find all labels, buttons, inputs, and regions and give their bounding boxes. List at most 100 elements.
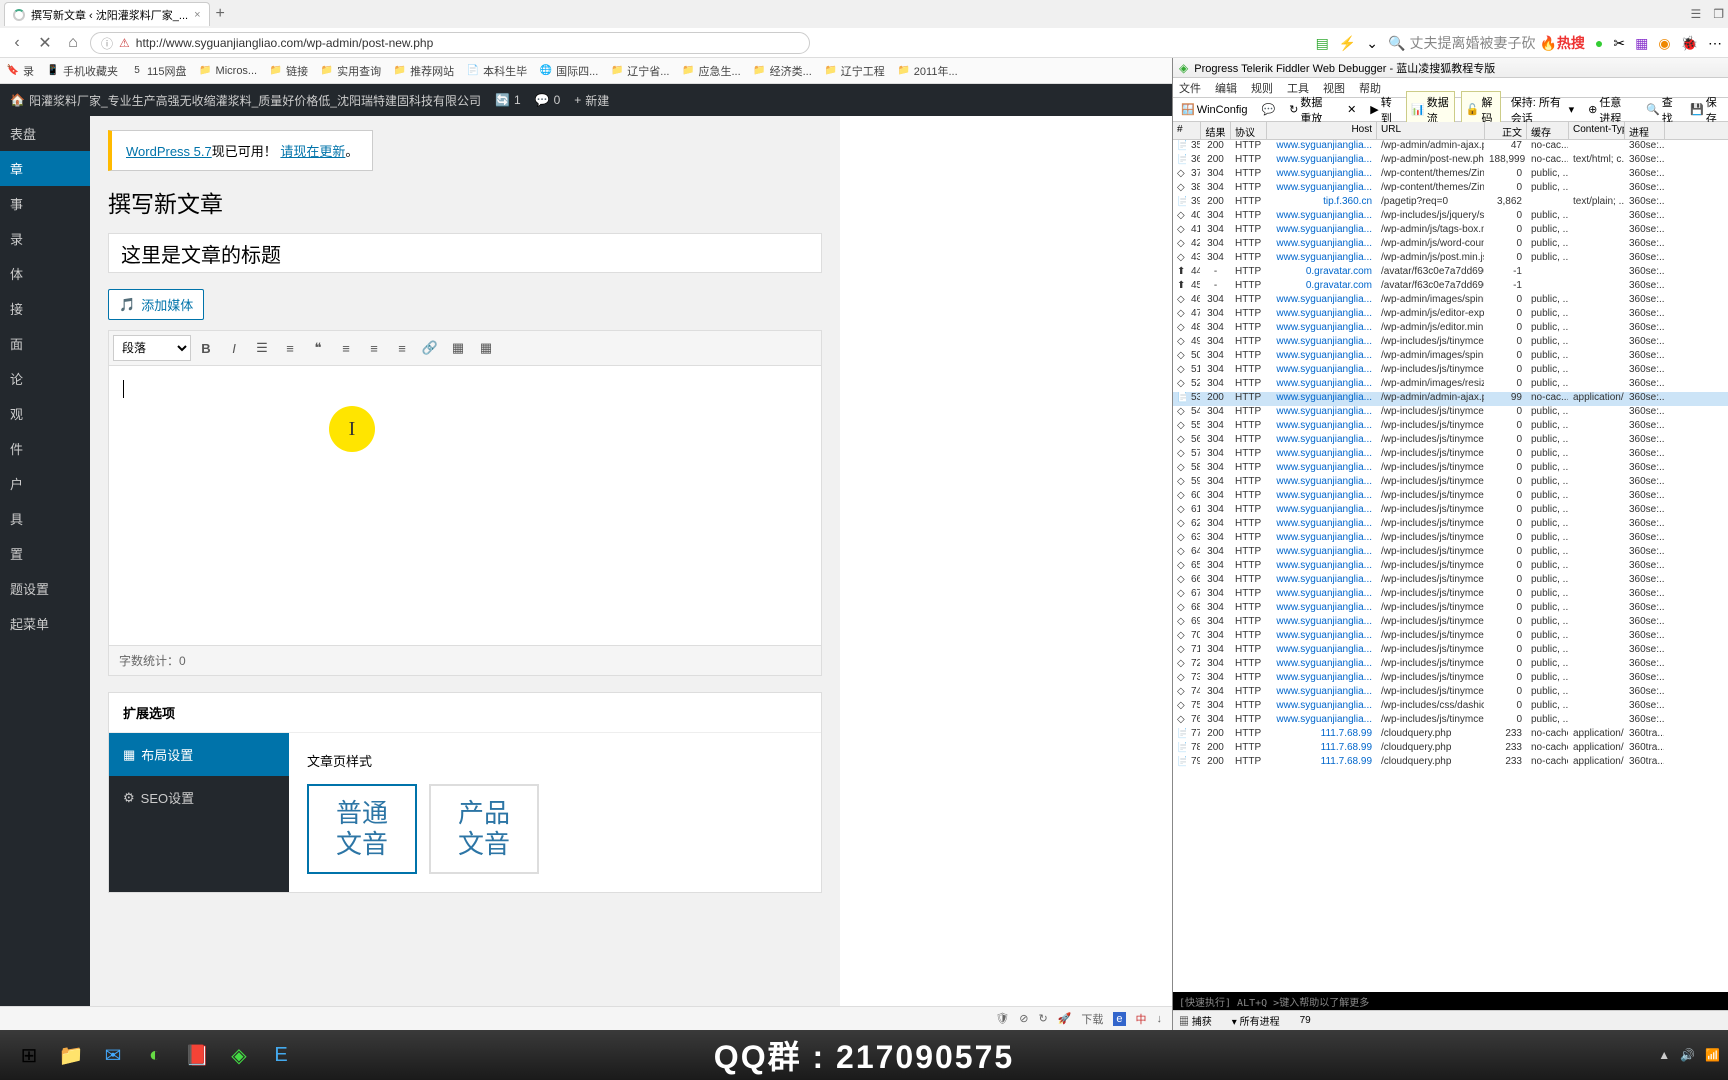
bookmark-item[interactable]: 📁辽宁省...	[610, 63, 669, 79]
fiddler-session-row[interactable]: 📄78200HTTP111.7.68.99/cloudquery.php233n…	[1173, 742, 1728, 756]
quote-button[interactable]: ❝	[305, 335, 331, 361]
ext-icon-5[interactable]: 🐞	[1681, 35, 1698, 52]
fiddler-session-row[interactable]: ◇41304HTTPwww.syguanjianglia.../wp-admin…	[1173, 224, 1728, 238]
ext-icon-2[interactable]: ✂	[1613, 35, 1625, 52]
wp-menu-item[interactable]: 论	[0, 361, 90, 396]
fiddler-session-row[interactable]: ◇49304HTTPwww.syguanjianglia.../wp-inclu…	[1173, 336, 1728, 350]
home-button[interactable]: ⌂	[62, 32, 84, 54]
editor-content[interactable]: I	[108, 366, 822, 646]
task-editor[interactable]: E	[260, 1036, 302, 1074]
fiddler-session-row[interactable]: 📄79200HTTP111.7.68.99/cloudquery.php233n…	[1173, 756, 1728, 770]
toolbar-toggle-button[interactable]: ▦	[473, 335, 499, 361]
fiddler-session-row[interactable]: 📄36200HTTPwww.syguanjianglia.../wp-admin…	[1173, 154, 1728, 168]
fiddler-session-row[interactable]: 📄53200HTTPwww.syguanjianglia.../wp-admin…	[1173, 392, 1728, 406]
wp-version-link[interactable]: WordPress 5.7	[126, 144, 212, 159]
fiddler-session-row[interactable]: ◇73304HTTPwww.syguanjianglia.../wp-inclu…	[1173, 672, 1728, 686]
style-card-product[interactable]: 产品文音	[429, 784, 539, 874]
winconfig-button[interactable]: 🪟 WinConfig	[1177, 101, 1251, 118]
fiddler-session-row[interactable]: ◇46304HTTPwww.syguanjianglia.../wp-admin…	[1173, 294, 1728, 308]
bookmark-item[interactable]: 📁辽宁工程	[824, 63, 885, 79]
bookmark-item[interactable]: 5115网盘	[130, 63, 187, 79]
fiddler-session-row[interactable]: ◇66304HTTPwww.syguanjianglia.../wp-inclu…	[1173, 574, 1728, 588]
bookmark-item[interactable]: 📄本科生毕	[466, 63, 527, 79]
start-button[interactable]: ⊞	[8, 1036, 50, 1074]
fiddler-menu-item[interactable]: 编辑	[1215, 80, 1237, 96]
col-process[interactable]: 进程	[1625, 122, 1665, 139]
fiddler-session-row[interactable]: ◇75304HTTPwww.syguanjianglia.../wp-inclu…	[1173, 700, 1728, 714]
fiddler-menu-item[interactable]: 文件	[1179, 80, 1201, 96]
fiddler-session-row[interactable]: ◇67304HTTPwww.syguanjianglia.../wp-inclu…	[1173, 588, 1728, 602]
ext-icon-6[interactable]: ⋯	[1708, 35, 1722, 52]
wp-menu-item[interactable]: 接	[0, 291, 90, 326]
fiddler-session-row[interactable]: ◇56304HTTPwww.syguanjianglia.../wp-inclu…	[1173, 434, 1728, 448]
bold-button[interactable]: B	[193, 335, 219, 361]
fiddler-session-row[interactable]: ◇74304HTTPwww.syguanjianglia.../wp-inclu…	[1173, 686, 1728, 700]
task-explorer[interactable]: 📁	[50, 1036, 92, 1074]
bolt-icon[interactable]: ⚡	[1339, 35, 1356, 52]
fiddler-session-row[interactable]: ◇59304HTTPwww.syguanjianglia.../wp-inclu…	[1173, 476, 1728, 490]
fiddler-session-row[interactable]: ◇54304HTTPwww.syguanjianglia.../wp-inclu…	[1173, 406, 1728, 420]
fiddler-session-row[interactable]: ◇61304HTTPwww.syguanjianglia.../wp-inclu…	[1173, 504, 1728, 518]
wp-updates[interactable]: 🔄 1	[495, 93, 521, 107]
site-info-icon[interactable]: ⓘ	[101, 35, 113, 52]
bookmark-item[interactable]: 📁推荐网站	[393, 63, 454, 79]
refresh-icon[interactable]: ↻	[1038, 1012, 1047, 1025]
wp-menu-item[interactable]: 起菜单	[0, 606, 90, 641]
task-pdf[interactable]: 📕	[176, 1036, 218, 1074]
fiddler-session-row[interactable]: ◇55304HTTPwww.syguanjianglia.../wp-inclu…	[1173, 420, 1728, 434]
col-body[interactable]: 正文	[1485, 122, 1527, 139]
task-fiddler[interactable]: ◈	[218, 1036, 260, 1074]
minimize-icon[interactable]: ☰	[1690, 7, 1701, 21]
fiddler-session-row[interactable]: ◇52304HTTPwww.syguanjianglia.../wp-admin…	[1173, 378, 1728, 392]
wp-menu-item[interactable]: 观	[0, 396, 90, 431]
col-result[interactable]: 结果	[1201, 122, 1231, 139]
new-tab-button[interactable]: +	[216, 5, 225, 23]
bookmark-item[interactable]: 📁经济类...	[753, 63, 812, 79]
wp-menu-item[interactable]: 题设置	[0, 571, 90, 606]
bookmark-item[interactable]: 📁链接	[269, 63, 308, 79]
fiddler-session-row[interactable]: ◇60304HTTPwww.syguanjianglia.../wp-inclu…	[1173, 490, 1728, 504]
fiddler-session-row[interactable]: ◇70304HTTPwww.syguanjianglia.../wp-inclu…	[1173, 630, 1728, 644]
ext-icon-3[interactable]: ▦	[1635, 35, 1648, 52]
wp-new[interactable]: + 新建	[574, 92, 609, 109]
fiddler-session-row[interactable]: ◇38304HTTPwww.syguanjianglia.../wp-conte…	[1173, 182, 1728, 196]
fiddler-session-row[interactable]: 📄35200HTTPwww.syguanjianglia.../wp-admin…	[1173, 140, 1728, 154]
col-protocol[interactable]: 协议	[1231, 122, 1267, 139]
post-title-input[interactable]	[108, 233, 822, 273]
align-center-button[interactable]: ≡	[361, 335, 387, 361]
fiddler-session-row[interactable]: ◇69304HTTPwww.syguanjianglia.../wp-inclu…	[1173, 616, 1728, 630]
wp-menu-item[interactable]: 章	[0, 151, 90, 186]
bookmark-item[interactable]: 📁应急生...	[681, 63, 740, 79]
ext-icon-4[interactable]: ◉	[1658, 35, 1670, 52]
block-icon[interactable]: ⊘	[1019, 1012, 1028, 1025]
menu-icon[interactable]: ▤	[1316, 35, 1329, 52]
bookmark-item[interactable]: 📁2011年...	[897, 63, 958, 79]
fiddler-session-row[interactable]: ◇71304HTTPwww.syguanjianglia.../wp-inclu…	[1173, 644, 1728, 658]
ext-tab-seo[interactable]: ⚙ SEO设置	[109, 776, 289, 819]
fiddler-session-row[interactable]: ◇72304HTTPwww.syguanjianglia.../wp-inclu…	[1173, 658, 1728, 672]
fiddler-session-list[interactable]: 📄35200HTTPwww.syguanjianglia.../wp-admin…	[1173, 140, 1728, 992]
rocket-icon[interactable]: 🚀	[1058, 1012, 1072, 1025]
stop-button[interactable]: ✕	[34, 32, 56, 54]
wp-menu-item[interactable]: 面	[0, 326, 90, 361]
back-button[interactable]: ‹	[6, 32, 28, 54]
fiddler-session-row[interactable]: ◇37304HTTPwww.syguanjianglia.../wp-conte…	[1173, 168, 1728, 182]
fiddler-session-row[interactable]: ⬆44-HTTP0.gravatar.com/avatar/f63c0e7a7d…	[1173, 266, 1728, 280]
bookmark-item[interactable]: 🌐国际四...	[539, 63, 598, 79]
speed-icon[interactable]: ↓	[1157, 1013, 1163, 1025]
align-left-button[interactable]: ≡	[333, 335, 359, 361]
format-select[interactable]: 段落	[113, 335, 191, 361]
browser-tab[interactable]: 撰写新文章 ‹ 沈阳灌浆料厂家_... ×	[4, 2, 210, 26]
ul-button[interactable]: ☰	[249, 335, 275, 361]
fiddler-quickexec[interactable]: [快速执行] ALT+Q >键入帮助以了解更多	[1173, 992, 1728, 1010]
fiddler-session-row[interactable]: 📄39200HTTPtip.f.360.cn/pagetip?req=03,86…	[1173, 196, 1728, 210]
comment-button[interactable]: 💬	[1257, 101, 1279, 118]
col-cache[interactable]: 缓存	[1527, 122, 1569, 139]
fiddler-session-row[interactable]: 📄77200HTTP111.7.68.99/cloudquery.php233n…	[1173, 728, 1728, 742]
wp-menu-item[interactable]: 置	[0, 536, 90, 571]
task-mail[interactable]: ✉	[92, 1036, 134, 1074]
ext-tab-layout[interactable]: ▦ 布局设置	[109, 733, 289, 776]
fiddler-menu-item[interactable]: 规则	[1251, 80, 1273, 96]
fiddler-title-bar[interactable]: ◈ Progress Telerik Fiddler Web Debugger …	[1173, 58, 1728, 78]
link-button[interactable]: 🔗	[417, 335, 443, 361]
